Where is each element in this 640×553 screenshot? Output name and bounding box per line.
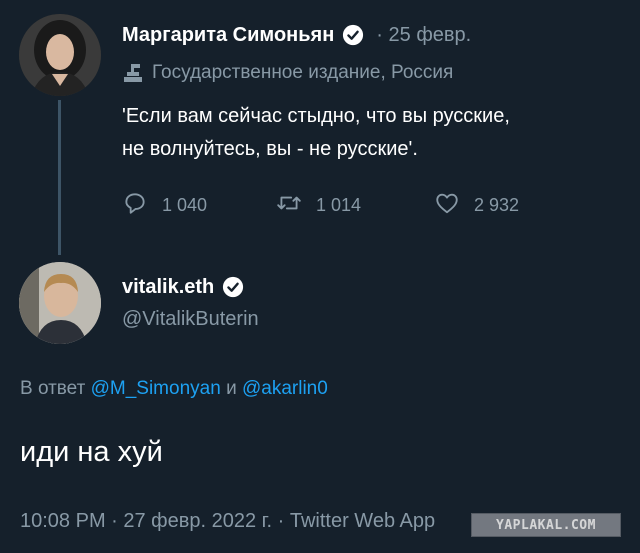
mention-link[interactable]: @M_Simonyan (91, 378, 221, 399)
tweet1-text: 'Если вам сейчас стыдно, что вы русские,… (122, 105, 510, 160)
retweet-icon (276, 190, 316, 221)
reply-prefix: В ответ (20, 378, 86, 399)
tweet1-actions: 1 040 1 014 2 932 (122, 190, 602, 220)
tweet-date[interactable]: · 25 февр. (376, 24, 471, 47)
author-handle[interactable]: @VitalikButerin (122, 308, 259, 331)
verified-icon (342, 24, 364, 46)
verified-icon (222, 276, 244, 298)
tweet1-header: Маргарита Симоньян · 25 февр. (122, 20, 471, 50)
tweet2-header: vitalik.eth (122, 272, 244, 302)
retweet-count: 1 014 (316, 195, 362, 215)
reply-count: 1 040 (162, 195, 208, 215)
reply-button[interactable]: 1 040 (122, 190, 207, 221)
tweet-timestamp[interactable]: 10:08 PM · 27 февр. 2022 г. · Twitter We… (20, 510, 435, 533)
reply-and: и (226, 378, 237, 399)
mention-link[interactable]: @akarlin0 (242, 378, 328, 399)
state-media-text: Государственное издание, Россия (152, 62, 454, 83)
avatar-simonyan[interactable] (19, 14, 101, 96)
retweet-button[interactable]: 1 014 (276, 190, 361, 221)
author-name[interactable]: vitalik.eth (122, 276, 214, 299)
reply-icon (122, 190, 162, 221)
reply-context: В ответ @M_Simonyan и @akarlin0 (20, 378, 328, 400)
like-button[interactable]: 2 932 (434, 190, 519, 221)
watermark: YAPLAKAL.COM (471, 513, 621, 537)
thread-line (58, 100, 61, 255)
avatar-vitalik[interactable] (19, 262, 101, 344)
like-count: 2 932 (474, 195, 520, 215)
tweet2-text: иди на хуй (20, 436, 163, 468)
author-name[interactable]: Маргарита Симоньян (122, 24, 334, 47)
like-icon (434, 190, 474, 221)
state-media-label[interactable]: Государственное издание, Россия (122, 62, 453, 84)
state-media-icon (122, 63, 144, 83)
